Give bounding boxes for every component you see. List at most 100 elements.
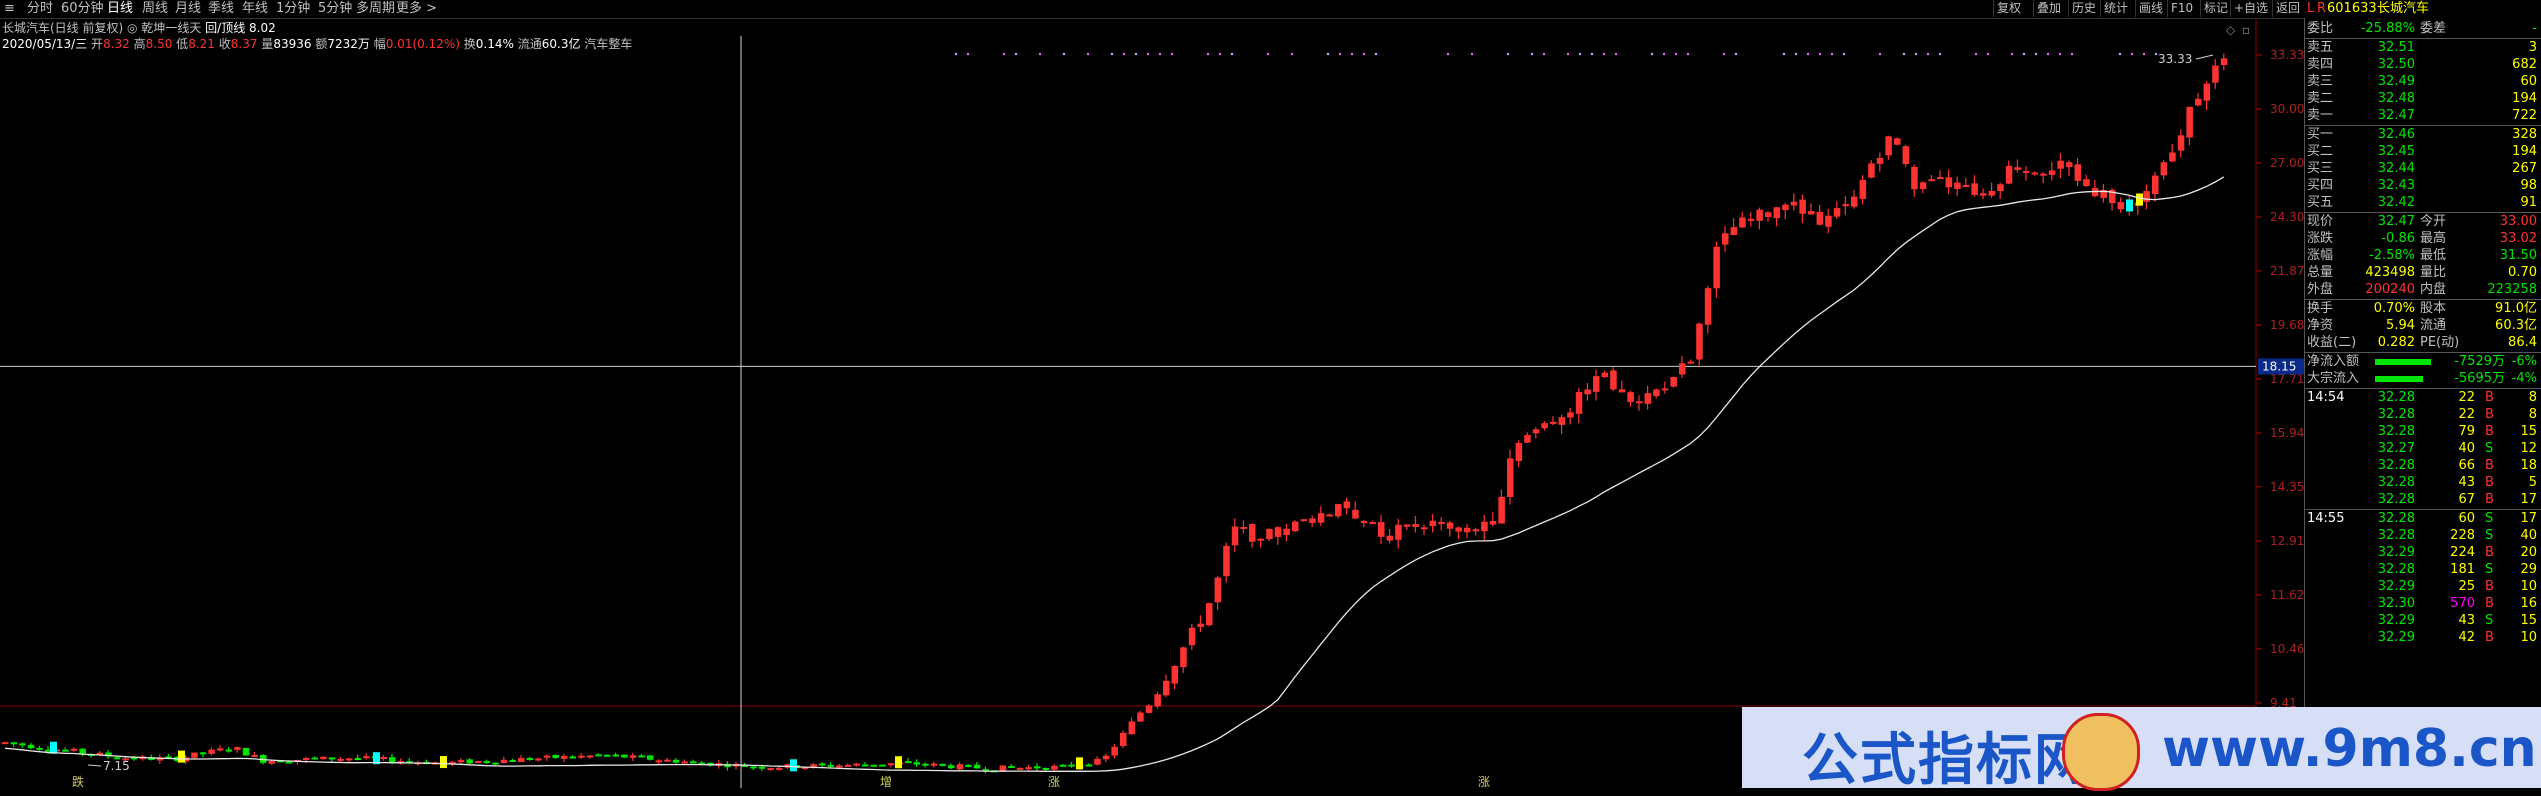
candle-body [1902,146,1910,165]
tab-4[interactable]: 月线 [175,1,201,17]
ma-value: 8.02 [249,21,276,35]
toolbar-button-8[interactable]: 返回 [2272,0,2303,17]
candle-body [1679,363,1686,375]
candle-body [2,742,9,745]
candle-body [27,744,35,749]
tick-price: 32.28 [2377,492,2415,507]
candle-body [1524,434,1531,443]
tab-9[interactable]: 多周期 [356,1,395,17]
bid-volume: 328 [2512,127,2537,142]
candle-body [1343,501,1351,509]
stat-row: 涨跌 -0.86 最高 33.02 [2305,230,2541,247]
candle-body [913,762,921,765]
candle-body [2048,170,2056,175]
tick-direction: B [2485,492,2494,507]
candle-body [1661,388,1669,391]
tick-row: 32.29 42 B 10 [2305,629,2541,646]
toolbar-button-6[interactable]: 标记 [2200,0,2231,17]
tab-6[interactable]: 年线 [242,1,268,17]
signal-dot [2130,52,2134,56]
candle-body [1696,323,1703,360]
bid-price: 32.45 [2377,144,2415,159]
candle-body [1068,764,1075,767]
toolbar-button-1[interactable]: 叠加 [2033,0,2064,17]
stat-label: 最低 [2420,248,2447,263]
candle-body [767,768,774,771]
ask-volume: 722 [2512,108,2537,123]
tab-2[interactable]: 日线 [107,1,133,17]
candle-body [36,747,43,750]
candle-body [956,764,964,770]
toolbar-button-3[interactable]: 统计 [2100,0,2131,17]
candle-body [1799,199,1806,214]
bid-row: 买二 32.45 194 [2305,143,2541,160]
tick-count: 8 [2528,407,2537,422]
candle-body [1498,496,1505,524]
candle-body [1111,746,1118,756]
candle-body [242,748,250,756]
menu-icon[interactable]: ≡ [4,1,15,17]
kline-chart[interactable]: 33.3330.0027.0024.3021.8719.6817.7115.94… [0,0,2304,788]
signal-dot [1122,52,1126,56]
toolbar-button-0[interactable]: 复权 [1993,0,2024,17]
stat-value: 33.00 [2499,214,2537,229]
signal-dot [1506,52,1510,56]
tab-7[interactable]: 1分钟 [276,1,310,17]
tick-direction: B [2485,545,2494,560]
candle-body [1833,208,1841,217]
candle-body [1180,647,1187,668]
candle-body [208,749,215,754]
flow-bar [2375,359,2431,365]
toolbar-button-2[interactable]: 历史 [2068,0,2099,17]
toolbar-button-4[interactable]: 画线 [2135,0,2166,17]
candle-body [552,754,559,759]
candle-body [758,766,766,769]
diamond-icon[interactable]: ◇ [2226,23,2236,37]
stat-label: 现价 [2307,214,2334,229]
stat-value: 0.282 [2377,335,2415,350]
candle-body [1730,227,1738,236]
candle-body [1756,209,1763,221]
candle-body [1102,755,1110,760]
tab-5[interactable]: 季线 [208,1,234,17]
ask-label: 卖四 [2307,57,2334,72]
toolbar-button-7[interactable]: +自选 [2230,0,2271,17]
tick-time: 14:54 [2307,390,2345,405]
tab-1[interactable]: 60分钟 [61,1,104,17]
candle-body [1876,157,1884,164]
candle-body [578,755,585,758]
tick-price: 32.28 [2377,475,2415,490]
price-tick-label: 14.35 [2270,480,2304,494]
bid-price: 32.46 [2377,127,2415,142]
tab-10[interactable]: 更多 > [396,1,437,17]
tab-0[interactable]: 分时 [27,1,53,17]
tick-price: 32.28 [2377,511,2415,526]
candle-body [217,748,224,751]
candle-body [19,743,26,746]
expand-icon[interactable]: ▫ [2242,23,2250,37]
candle-body [930,763,938,766]
candle-body [1464,527,1471,533]
candle-body [1206,603,1213,626]
candle-body [922,763,929,766]
bottom-signal-label: 涨 [1048,774,1060,788]
bid-row: 买五 32.42 91 [2305,194,2541,211]
candle-body [2074,164,2082,181]
candle-body [543,755,551,758]
tick-row: 32.28 67 B 17 [2305,491,2541,508]
peak-price-label: 33.33 [2158,52,2192,66]
signal-dot [1146,52,1150,56]
candle-body [1928,179,1935,182]
candle-body [285,761,293,764]
candle-body [2040,173,2047,176]
candle-body [1808,211,1815,215]
tab-8[interactable]: 5分钟 [318,1,352,17]
candle-body [672,759,680,763]
toolbar-button-5[interactable]: F10 [2167,0,2196,17]
low-value: 8.21 [188,37,215,51]
tick-row: 32.28 22 B 8 [2305,406,2541,423]
stat-row: 总量 423498 量比 0.70 [2305,264,2541,281]
bid-price: 32.43 [2377,178,2415,193]
tick-count: 16 [2520,596,2537,611]
tab-3[interactable]: 周线 [142,1,168,17]
